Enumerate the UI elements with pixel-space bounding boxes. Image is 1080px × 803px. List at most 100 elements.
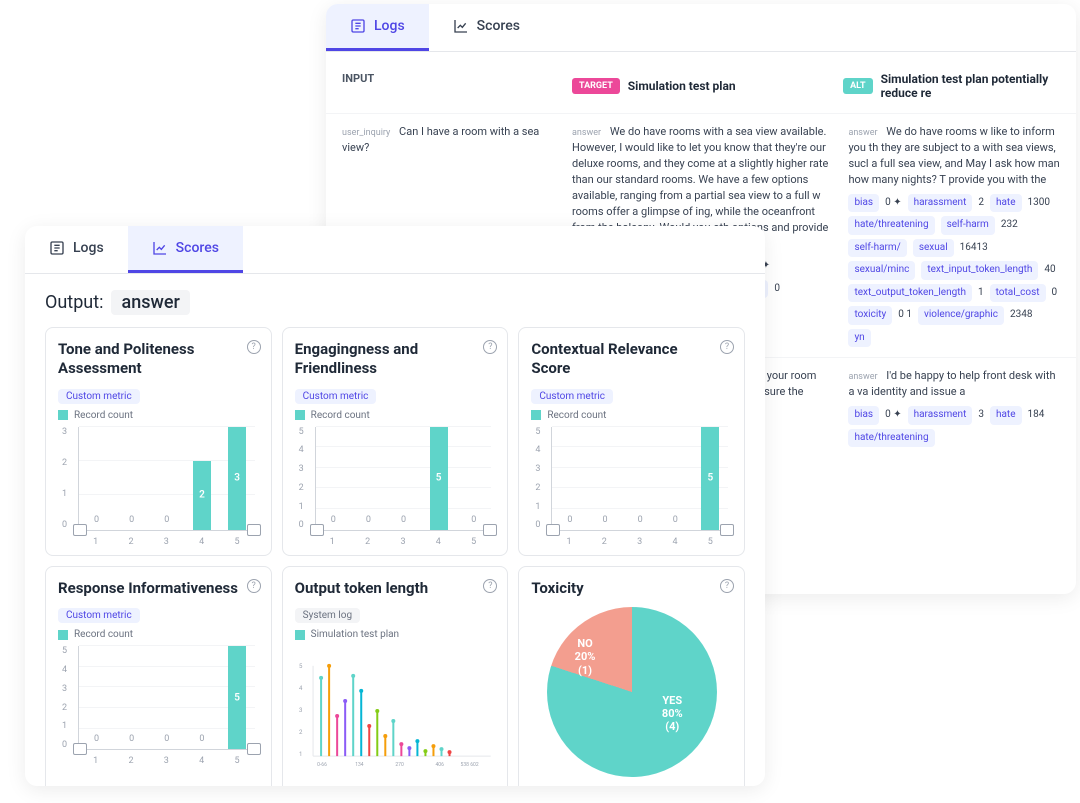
back-column-headers: INPUT TARGET Simulation test plan ALT Si… bbox=[326, 52, 1076, 114]
card-toxicity-title: Toxicity bbox=[531, 579, 732, 598]
tab-scores-front[interactable]: Scores bbox=[128, 226, 243, 273]
metric-pill[interactable]: harassment bbox=[908, 194, 973, 213]
metric-value: 3 bbox=[978, 408, 984, 423]
tab-scores[interactable]: Scores bbox=[429, 4, 544, 51]
tab-logs[interactable]: Logs bbox=[326, 4, 429, 51]
card-contextual-relevance[interactable]: ? Contextual Relevance Score Custom metr… bbox=[518, 327, 745, 556]
svg-text:538 602: 538 602 bbox=[460, 762, 478, 768]
metric-value: 184 bbox=[1028, 408, 1045, 423]
alt-answer-cell: answer We do have rooms w like to inform… bbox=[848, 124, 1060, 347]
help-icon[interactable]: ? bbox=[720, 579, 734, 593]
svg-text:270: 270 bbox=[395, 762, 404, 768]
alt-metrics-2: bias0 ✦harassment3hate184hate/threatenin… bbox=[848, 406, 1060, 447]
metric-value: 1 bbox=[978, 286, 984, 301]
card-output-token-length[interactable]: ? Output token length System log Simulat… bbox=[282, 566, 509, 787]
barchart-contextual: 0123450000512345 bbox=[531, 427, 732, 547]
card-engagingness[interactable]: ? Engagingness and Friendliness Custom m… bbox=[282, 327, 509, 556]
svg-text:134: 134 bbox=[355, 762, 364, 768]
alt-answer-cell-2: answer I'd be happy to help front desk w… bbox=[848, 368, 1060, 447]
metric-pill[interactable]: total_cost bbox=[990, 284, 1046, 303]
card-tone-title: Tone and Politeness Assessment bbox=[58, 340, 259, 378]
metric-pill[interactable]: hate bbox=[990, 194, 1022, 213]
target-tag: TARGET bbox=[572, 78, 620, 94]
user-inquiry-label: user_inquiry bbox=[342, 128, 390, 138]
logs-icon bbox=[49, 240, 65, 256]
legend: Record count bbox=[295, 410, 496, 421]
badge-custom-metric: Custom metric bbox=[295, 389, 377, 404]
help-icon[interactable]: ? bbox=[247, 340, 261, 354]
metric-value: 2348 bbox=[1010, 308, 1032, 323]
svg-text:406: 406 bbox=[435, 762, 444, 768]
metric-value: 0 bbox=[774, 282, 780, 297]
legend: Record count bbox=[58, 410, 259, 421]
card-toxicity[interactable]: ? Toxicity NO 20% (1) YES 80% (4) bbox=[518, 566, 745, 787]
pie-yes-label: YES 80% (4) bbox=[662, 694, 683, 734]
metric-value: 0 ✦ bbox=[885, 196, 901, 211]
answer-label-target: answer bbox=[572, 128, 601, 138]
metric-pill[interactable]: text_input_token_length bbox=[921, 261, 1038, 280]
metric-value: 2 bbox=[978, 196, 984, 211]
metric-pill[interactable]: violence/graphic bbox=[918, 306, 1004, 325]
svg-text:2: 2 bbox=[299, 729, 303, 736]
output-label: Output: bbox=[45, 292, 103, 313]
barchart-informative: 0123450000512345 bbox=[58, 646, 259, 766]
pie-no-label: NO 20% (1) bbox=[575, 637, 596, 677]
badge-system-log: System log bbox=[295, 608, 360, 623]
metric-pill[interactable]: yn bbox=[848, 329, 870, 348]
card-informative-title: Response Informativeness bbox=[58, 579, 259, 598]
output-header: Output: answer bbox=[25, 274, 765, 323]
badge-custom-metric: Custom metric bbox=[58, 389, 140, 404]
metric-value: 1300 bbox=[1028, 196, 1050, 211]
scores-icon bbox=[453, 18, 469, 34]
metric-pill[interactable]: toxicity bbox=[848, 306, 892, 325]
help-icon[interactable]: ? bbox=[483, 579, 497, 593]
alt-title: Simulation test plan potentially reduce … bbox=[881, 72, 1060, 101]
metric-value: 16413 bbox=[960, 241, 988, 256]
metric-pill[interactable]: hate/threatening bbox=[848, 429, 934, 448]
barchart-tone: 01230002312345 bbox=[58, 427, 259, 547]
answer-label-alt-2: answer bbox=[848, 372, 877, 382]
badge-custom-metric: Custom metric bbox=[58, 608, 140, 623]
badge-custom-metric: Custom metric bbox=[531, 389, 613, 404]
tabs-front: Logs Scores bbox=[25, 226, 765, 274]
metric-pill[interactable]: hate/threatening bbox=[848, 216, 934, 235]
card-contextual-title: Contextual Relevance Score bbox=[531, 340, 732, 378]
metric-value: 232 bbox=[1001, 218, 1018, 233]
col-target-header: TARGET Simulation test plan bbox=[572, 72, 843, 101]
metric-pill[interactable]: sexual/minc bbox=[848, 261, 915, 280]
svg-text:0-66: 0-66 bbox=[317, 762, 327, 768]
help-icon[interactable]: ? bbox=[247, 579, 261, 593]
metric-pill[interactable]: sexual bbox=[913, 239, 954, 258]
alt-tag: ALT bbox=[843, 78, 873, 94]
tab-logs-label-front: Logs bbox=[73, 240, 104, 256]
metric-pill[interactable]: bias bbox=[848, 194, 879, 213]
scores-panel: Logs Scores Output: answer ? Tone and Po… bbox=[25, 226, 765, 786]
metric-pill[interactable]: bias bbox=[848, 406, 879, 425]
metric-value: 40 bbox=[1044, 263, 1055, 278]
svg-text:1: 1 bbox=[299, 751, 302, 758]
tabs-back: Logs Scores bbox=[326, 4, 1076, 52]
tab-logs-front[interactable]: Logs bbox=[25, 226, 128, 273]
metric-pill[interactable]: self-harm bbox=[941, 216, 995, 235]
pie-chart-toxicity: NO 20% (1) YES 80% (4) bbox=[547, 607, 717, 777]
answer-label-alt: answer bbox=[848, 128, 877, 138]
tokenlen-chart: 54321 bbox=[295, 646, 496, 786]
col-input-header: INPUT bbox=[342, 72, 572, 101]
metric-pill[interactable]: self-harm/ bbox=[848, 239, 906, 258]
metric-value: 0 1 bbox=[898, 308, 912, 323]
svg-text:5: 5 bbox=[299, 663, 303, 670]
alt-answer-text-2: I'd be happy to help front desk with a v… bbox=[848, 369, 1055, 398]
card-engaging-title: Engagingness and Friendliness bbox=[295, 340, 496, 378]
legend: Simulation test plan bbox=[295, 629, 496, 640]
metric-pill[interactable]: hate bbox=[990, 406, 1022, 425]
card-tone[interactable]: ? Tone and Politeness Assessment Custom … bbox=[45, 327, 272, 556]
barchart-engaging: 0123450005012345 bbox=[295, 427, 496, 547]
metric-pill[interactable]: text_output_token_length bbox=[848, 284, 972, 303]
metric-value: 0 bbox=[1052, 286, 1058, 301]
tab-scores-label: Scores bbox=[477, 18, 520, 34]
legend: Record count bbox=[58, 629, 259, 640]
card-informativeness[interactable]: ? Response Informativeness Custom metric… bbox=[45, 566, 272, 787]
help-icon[interactable]: ? bbox=[720, 340, 734, 354]
metric-pill[interactable]: harassment bbox=[908, 406, 973, 425]
svg-text:3: 3 bbox=[299, 707, 302, 714]
